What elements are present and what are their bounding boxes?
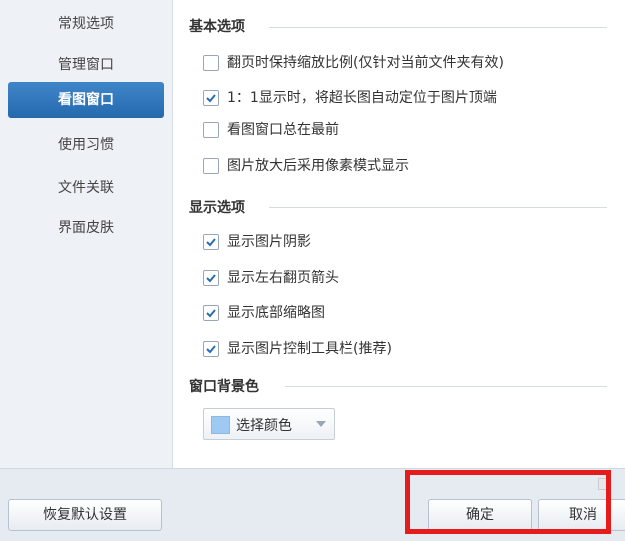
checkmark-icon: [206, 309, 216, 318]
highlight-box: [405, 470, 611, 534]
section-title-display: 显示选项: [189, 200, 245, 216]
checkbox-show-arrows[interactable]: [203, 270, 219, 286]
dropdown-arrow-icon: [316, 421, 326, 427]
checkbox-keep-zoom[interactable]: [203, 55, 219, 71]
checkmark-icon: [206, 238, 216, 247]
sidebar-item-skin[interactable]: 界面皮肤: [8, 210, 164, 246]
checkbox-show-toolbar[interactable]: [203, 341, 219, 357]
choose-color-button[interactable]: 选择颜色: [203, 408, 335, 440]
sidebar-item-general[interactable]: 常规选项: [8, 6, 164, 42]
section-title-bgcolor: 窗口背景色: [189, 379, 259, 395]
restore-defaults-button[interactable]: 恢复默认设置: [8, 499, 162, 531]
option-label: 看图窗口总在最前: [227, 122, 339, 138]
settings-panel: 基本选项 翻页时保持缩放比例(仅针对当前文件夹有效) 1：1显示时，将超长图自动…: [173, 0, 625, 468]
option-label: 显示图片控制工具栏(推荐): [227, 341, 392, 357]
option-label: 显示图片阴影: [227, 234, 311, 250]
sidebar-item-file-association[interactable]: 文件关联: [8, 170, 164, 206]
section-title-basic: 基本选项: [189, 19, 245, 35]
option-label: 图片放大后采用像素模式显示: [227, 158, 409, 174]
option-label: 1：1显示时，将超长图自动定位于图片顶端: [227, 90, 497, 106]
checkbox-pixel-mode[interactable]: [203, 158, 219, 174]
option-label: 显示左右翻页箭头: [227, 270, 339, 286]
checkbox-always-on-top[interactable]: [203, 122, 219, 138]
option-label: 翻页时保持缩放比例(仅针对当前文件夹有效): [227, 55, 504, 71]
sidebar-item-usage-habits[interactable]: 使用习惯: [8, 127, 164, 163]
checkbox-long-image-top[interactable]: [203, 90, 219, 106]
checkmark-icon: [206, 274, 216, 283]
choose-color-label: 选择颜色: [236, 418, 292, 434]
checkmark-icon: [206, 94, 216, 103]
section-divider: [269, 27, 607, 28]
option-label: 显示底部缩略图: [227, 305, 325, 321]
checkmark-icon: [206, 345, 216, 354]
checkbox-show-shadow[interactable]: [203, 234, 219, 250]
settings-sidebar: 常规选项 管理窗口 看图窗口 使用习惯 文件关联 界面皮肤: [0, 0, 173, 468]
section-divider: [285, 386, 607, 387]
checkbox-show-thumbnails[interactable]: [203, 305, 219, 321]
sidebar-item-manage-window[interactable]: 管理窗口: [8, 47, 164, 83]
color-swatch: [211, 416, 230, 434]
sidebar-item-viewer-window[interactable]: 看图窗口: [8, 82, 164, 118]
section-divider: [269, 207, 607, 208]
